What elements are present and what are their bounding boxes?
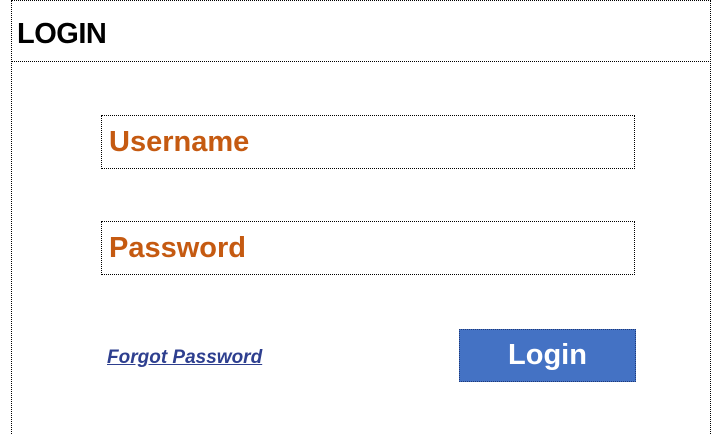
panel-right-border xyxy=(710,0,711,434)
username-label: Username xyxy=(109,126,250,158)
page-title: LOGIN xyxy=(17,18,107,50)
password-field[interactable]: Password xyxy=(101,221,635,275)
header-divider xyxy=(11,61,711,62)
login-button[interactable]: Login xyxy=(459,329,636,382)
password-label: Password xyxy=(109,232,246,264)
panel-left-border xyxy=(11,0,12,434)
login-panel: LOGIN Username Password Forgot Password … xyxy=(0,0,712,434)
panel-top-border xyxy=(11,0,711,1)
forgot-password-link[interactable]: Forgot Password xyxy=(107,346,262,370)
username-field[interactable]: Username xyxy=(101,115,635,169)
